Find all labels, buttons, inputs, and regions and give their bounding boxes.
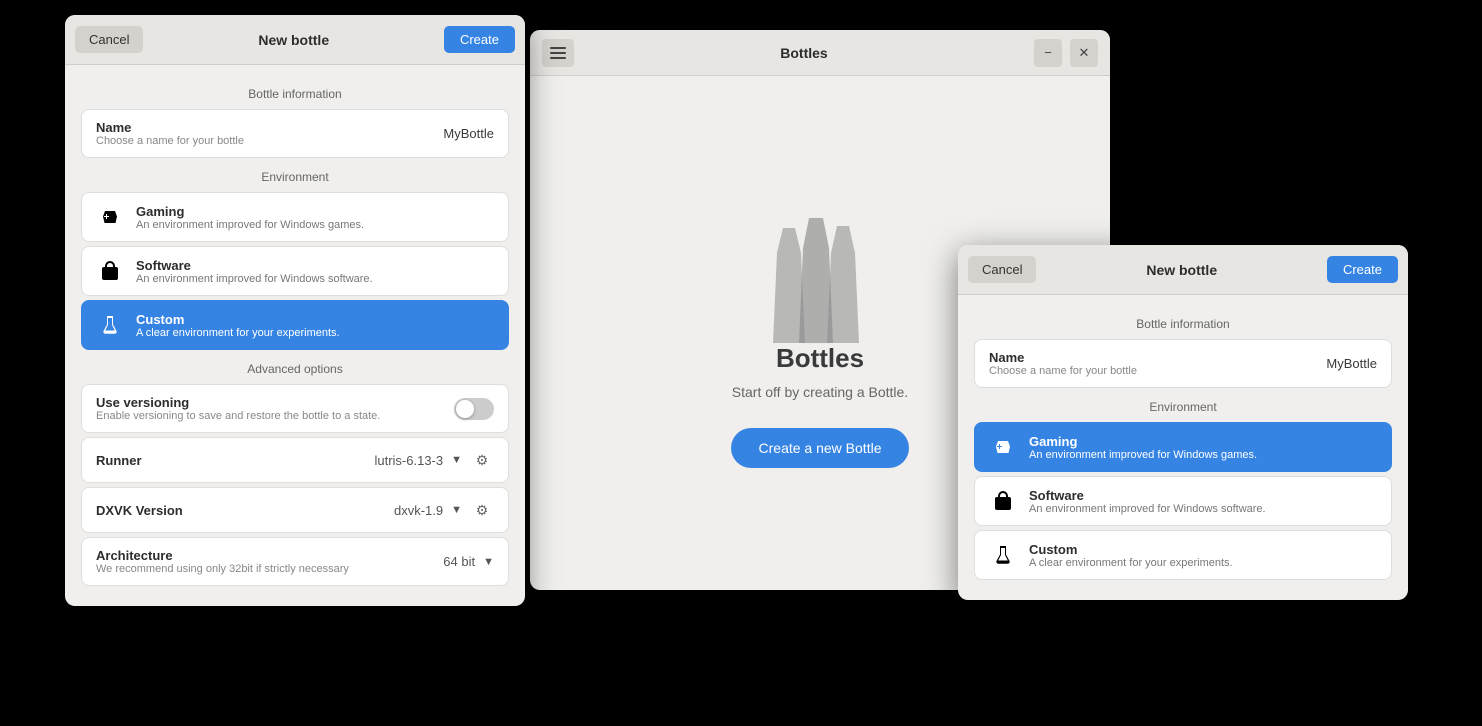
name-hint-r: Choose a name for your bottle — [989, 365, 1137, 377]
create-button-left[interactable]: Create — [444, 26, 515, 53]
name-field-right[interactable]: Name Choose a name for your bottle MyBot… — [974, 339, 1392, 388]
name-label-r: Name — [989, 350, 1137, 365]
runner-label: Runner — [96, 453, 142, 468]
gaming-info: Gaming An environment improved for Windo… — [136, 204, 364, 231]
create-bottle-button[interactable]: Create a new Bottle — [731, 428, 910, 468]
bottles-subtitle: Start off by creating a Bottle. — [732, 384, 908, 400]
new-bottle-dialog-left: Cancel New bottle Create Bottle informat… — [65, 15, 525, 606]
runner-arrow[interactable]: ▼ — [451, 454, 462, 466]
cancel-button-left[interactable]: Cancel — [75, 26, 143, 53]
runner-row: Runner lutris-6.13-3 ▼ ⚙ — [81, 437, 509, 483]
gaming-option-right[interactable]: Gaming An environment improved for Windo… — [974, 422, 1392, 472]
architecture-controls: 64 bit ▼ — [443, 554, 494, 569]
bottle-info-label-r: Bottle information — [974, 317, 1392, 331]
dxvk-arrow[interactable]: ▼ — [451, 504, 462, 516]
versioning-hint: Enable versioning to save and restore th… — [96, 410, 454, 422]
dialog-body-right: Bottle information Name Choose a name fo… — [958, 295, 1408, 600]
gamepad-icon-r — [989, 433, 1017, 461]
software-name: Software — [136, 258, 373, 273]
gaming-name-r: Gaming — [1029, 434, 1257, 449]
software-icon — [96, 257, 124, 285]
software-info-r: Software An environment improved for Win… — [1029, 488, 1266, 515]
custom-info-r: Custom A clear environment for your expe… — [1029, 542, 1233, 569]
versioning-row: Use versioning Enable versioning to save… — [81, 384, 509, 433]
name-value: MyBottle — [443, 126, 494, 141]
window-title: Bottles — [574, 45, 1034, 61]
minimize-button[interactable]: − — [1034, 39, 1062, 67]
custom-name-r: Custom — [1029, 542, 1233, 557]
titlebar: Bottles − ✕ — [530, 30, 1110, 76]
bottles-illustration — [755, 198, 885, 343]
runner-value: lutris-6.13-3 — [374, 453, 443, 468]
software-desc: An environment improved for Windows soft… — [136, 273, 373, 285]
dxvk-value: dxvk-1.9 — [394, 503, 443, 518]
gaming-desc-r: An environment improved for Windows game… — [1029, 449, 1257, 461]
dxvk-label: DXVK Version — [96, 503, 183, 518]
architecture-label: Architecture — [96, 548, 443, 563]
custom-option-right[interactable]: Custom A clear environment for your expe… — [974, 530, 1392, 580]
architecture-row: Architecture We recommend using only 32b… — [81, 537, 509, 586]
software-info: Software An environment improved for Win… — [136, 258, 373, 285]
flask-icon — [96, 311, 124, 339]
dialog-titlebar-right: Cancel New bottle Create — [958, 245, 1408, 295]
software-option[interactable]: Software An environment improved for Win… — [81, 246, 509, 296]
close-button[interactable]: ✕ — [1070, 39, 1098, 67]
gaming-name: Gaming — [136, 204, 364, 219]
software-option-right[interactable]: Software An environment improved for Win… — [974, 476, 1392, 526]
software-icon-r — [989, 487, 1017, 515]
versioning-toggle[interactable] — [454, 398, 494, 420]
name-field-info-r: Name Choose a name for your bottle — [989, 350, 1137, 377]
name-label: Name — [96, 120, 244, 135]
bottle-info-label: Bottle information — [81, 87, 509, 101]
custom-desc: A clear environment for your experiments… — [136, 327, 340, 339]
dialog-body-left: Bottle information Name Choose a name fo… — [65, 65, 525, 606]
bottles-heading: Bottles — [776, 343, 864, 374]
custom-desc-r: A clear environment for your experiments… — [1029, 557, 1233, 569]
toggle-thumb — [456, 400, 474, 418]
dxvk-controls: dxvk-1.9 ▼ ⚙ — [394, 498, 494, 522]
architecture-hint: We recommend using only 32bit if strictl… — [96, 563, 443, 575]
gaming-desc: An environment improved for Windows game… — [136, 219, 364, 231]
create-button-right[interactable]: Create — [1327, 256, 1398, 283]
runner-gear-button[interactable]: ⚙ — [470, 448, 494, 472]
architecture-value: 64 bit — [443, 554, 475, 569]
gaming-info-r: Gaming An environment improved for Windo… — [1029, 434, 1257, 461]
gamepad-icon — [96, 203, 124, 231]
window-controls: − ✕ — [1034, 39, 1098, 67]
menu-line — [550, 47, 566, 49]
dialog-titlebar-left: Cancel New bottle Create — [65, 15, 525, 65]
dxvk-row: DXVK Version dxvk-1.9 ▼ ⚙ — [81, 487, 509, 533]
custom-name: Custom — [136, 312, 340, 327]
software-desc-r: An environment improved for Windows soft… — [1029, 503, 1266, 515]
environment-label-r: Environment — [974, 400, 1392, 414]
architecture-arrow[interactable]: ▼ — [483, 556, 494, 568]
name-field-info: Name Choose a name for your bottle — [96, 120, 244, 147]
new-bottle-dialog-right: Cancel New bottle Create Bottle informat… — [958, 245, 1408, 600]
menu-line — [550, 52, 566, 54]
dxvk-gear-button[interactable]: ⚙ — [470, 498, 494, 522]
name-field[interactable]: Name Choose a name for your bottle MyBot… — [81, 109, 509, 158]
custom-info: Custom A clear environment for your expe… — [136, 312, 340, 339]
dialog-title-right: New bottle — [1044, 262, 1319, 278]
menu-button[interactable] — [542, 39, 574, 67]
custom-option[interactable]: Custom A clear environment for your expe… — [81, 300, 509, 350]
cancel-button-right[interactable]: Cancel — [968, 256, 1036, 283]
gaming-option[interactable]: Gaming An environment improved for Windo… — [81, 192, 509, 242]
menu-line — [550, 57, 566, 59]
versioning-info: Use versioning Enable versioning to save… — [96, 395, 454, 422]
architecture-info: Architecture We recommend using only 32b… — [96, 548, 443, 575]
versioning-label: Use versioning — [96, 395, 454, 410]
software-name-r: Software — [1029, 488, 1266, 503]
name-hint: Choose a name for your bottle — [96, 135, 244, 147]
environment-label: Environment — [81, 170, 509, 184]
advanced-options-label: Advanced options — [81, 362, 509, 376]
dialog-title-left: New bottle — [151, 32, 436, 48]
runner-controls: lutris-6.13-3 ▼ ⚙ — [374, 448, 494, 472]
name-value-r: MyBottle — [1326, 356, 1377, 371]
flask-icon-r — [989, 541, 1017, 569]
